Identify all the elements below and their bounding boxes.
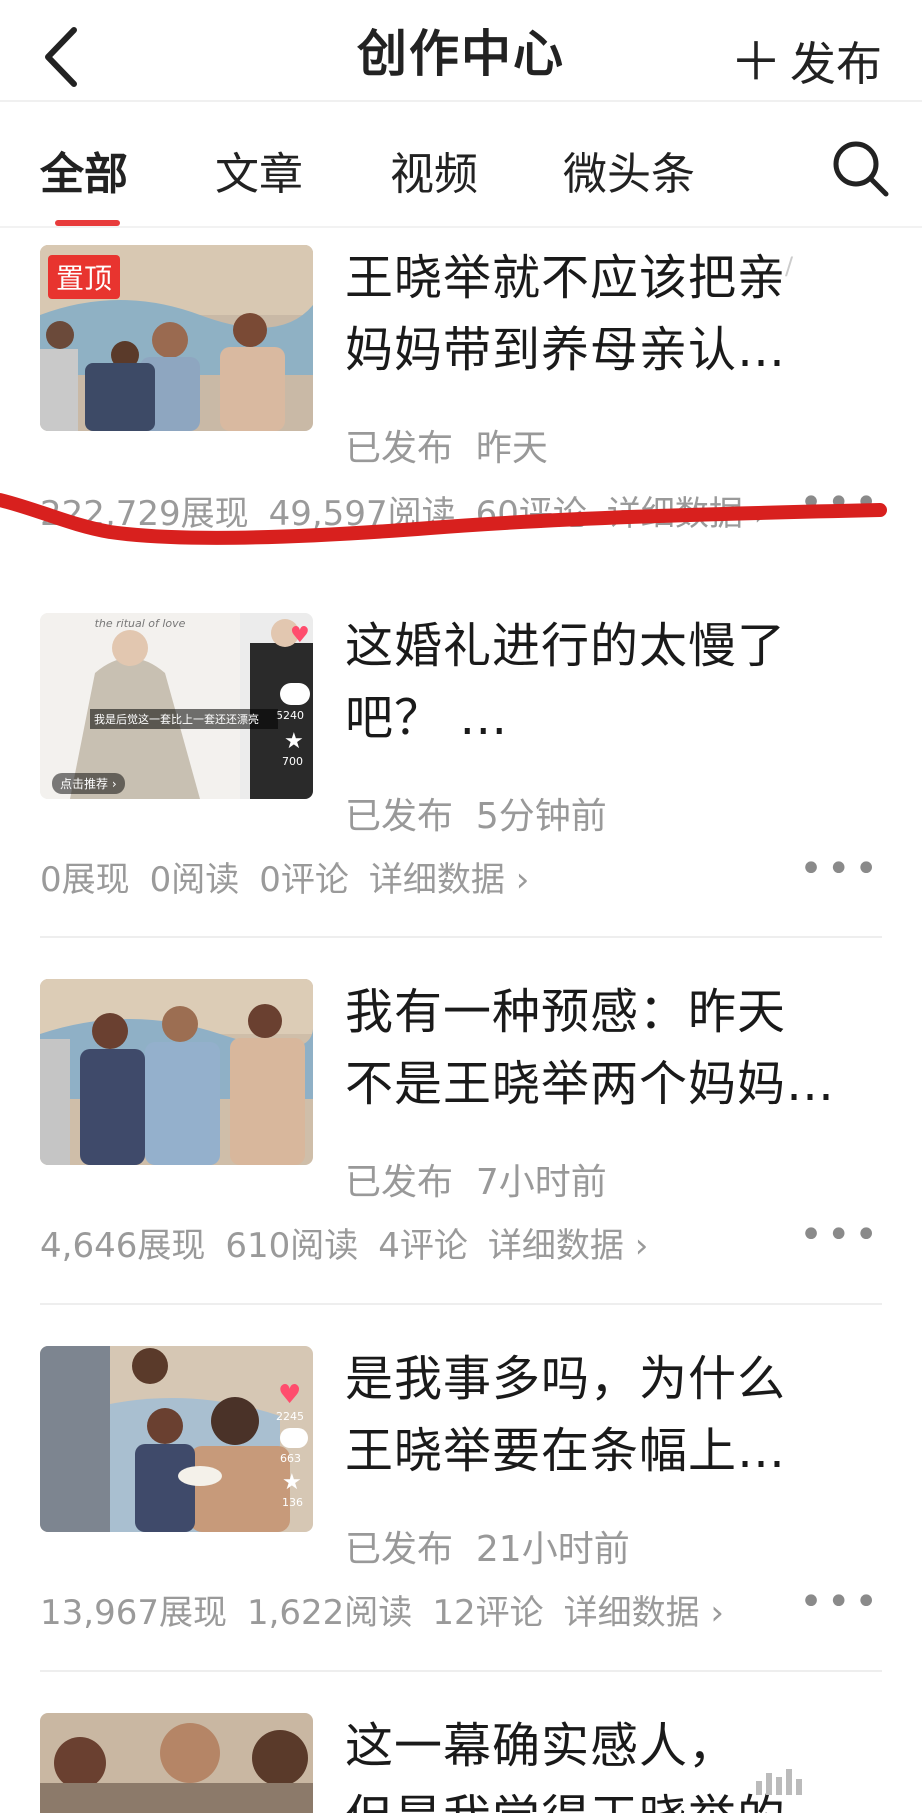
stat-comments: 0评论 bbox=[259, 860, 349, 900]
tab-micro-posts[interactable]: 微头条 bbox=[563, 138, 695, 202]
item-divider bbox=[40, 1303, 882, 1305]
thumb-count-1: 2245 bbox=[276, 1410, 304, 1423]
status-time: 21小时前 bbox=[475, 1529, 630, 1570]
stat-reads: 1,622阅读 bbox=[246, 1593, 413, 1633]
status-label: 已发布 bbox=[345, 796, 454, 837]
item-title-line1: 我有一种预感：昨天 bbox=[345, 984, 787, 1040]
publish-button[interactable]: ＋发布 bbox=[730, 20, 882, 95]
more-options-button[interactable]: ••• bbox=[799, 846, 882, 892]
item-divider bbox=[40, 936, 882, 938]
search-icon bbox=[833, 141, 889, 197]
tab-all[interactable]: 全部 bbox=[40, 138, 128, 202]
video-thumbnail[interactable] bbox=[40, 1713, 313, 1813]
item-title-line1: 这婚礼进行的太慢了 bbox=[345, 618, 787, 674]
item-title-line1: 王晓举就不应该把亲 bbox=[345, 250, 787, 306]
comment-icon bbox=[280, 683, 310, 705]
status-label: 已发布 bbox=[345, 1162, 454, 1203]
status-time: 昨天 bbox=[475, 428, 548, 469]
item-title-line2: 王晓举要在条幅上… bbox=[345, 1423, 787, 1479]
stat-reads: 610阅读 bbox=[225, 1226, 359, 1266]
top-bar: 创作中心 ＋发布 bbox=[0, 0, 922, 100]
item-stats: 4,646展现 610阅读 4评论 详细数据 › bbox=[40, 1218, 668, 1267]
red-annotation-stroke bbox=[0, 493, 887, 545]
publish-label: 发布 bbox=[790, 37, 882, 91]
tab-bar: 全部 文章 视频 微头条 / bbox=[0, 102, 922, 280]
status-label: 已发布 bbox=[345, 428, 454, 469]
item-title[interactable]: 是我事多吗，为什么 王晓举要在条幅上… bbox=[345, 1343, 885, 1487]
star-icon: ★ bbox=[284, 729, 304, 754]
item-title-line2: 妈妈带到养母亲认… bbox=[345, 322, 787, 378]
item-title[interactable]: 我有一种预感：昨天 不是王晓举两个妈妈… bbox=[345, 976, 885, 1120]
stat-comments: 12评论 bbox=[432, 1593, 544, 1633]
status-label: 已发布 bbox=[345, 1529, 454, 1570]
item-status: 已发布 5分钟前 bbox=[345, 787, 607, 839]
list-item[interactable]: the ritual of love ♥ 5240 ★ 700 我是后觉这一套比… bbox=[0, 596, 922, 964]
thumb-bg-text: the ritual of love bbox=[94, 617, 186, 630]
item-status: 已发布 21小时前 bbox=[345, 1520, 630, 1572]
status-time: 5分钟前 bbox=[475, 796, 607, 837]
search-button[interactable] bbox=[828, 136, 892, 200]
item-stats: 0展现 0阅读 0评论 详细数据 › bbox=[40, 852, 549, 901]
pinned-badge: 置顶 bbox=[48, 255, 121, 299]
list-item[interactable]: ♥ 2245 663 ★ 136 是我事多吗，为什么 王晓举要在条幅上… 已发布… bbox=[0, 1329, 922, 1697]
video-thumbnail[interactable]: the ritual of love ♥ 5240 ★ 700 我是后觉这一套比… bbox=[40, 613, 313, 799]
list-item[interactable]: 我有一种预感：昨天 不是王晓举两个妈妈… 已发布 7小时前 4,646展现 610… bbox=[0, 962, 922, 1330]
item-title-line2: 不是王晓举两个妈妈… bbox=[345, 1056, 836, 1112]
video-thumbnail[interactable]: ♥ 2245 663 ★ 136 bbox=[40, 1346, 313, 1532]
details-link[interactable]: 详细数据 › bbox=[488, 1226, 648, 1266]
item-status: 已发布 昨天 bbox=[345, 419, 548, 471]
stat-impressions: 13,967展现 bbox=[40, 1593, 227, 1633]
stat-impressions: 4,646展现 bbox=[40, 1226, 206, 1266]
heart-icon: ♥ bbox=[278, 1380, 302, 1410]
thumb-count-1: 5240 bbox=[276, 709, 304, 722]
details-link[interactable]: 详细数据 › bbox=[564, 1593, 724, 1633]
item-title-line2: 吧？ … bbox=[345, 690, 509, 746]
more-options-button[interactable]: ••• bbox=[799, 1212, 882, 1258]
status-time: 7小时前 bbox=[475, 1162, 607, 1203]
star-icon: ★ bbox=[282, 1470, 302, 1495]
plus-icon: ＋ bbox=[729, 33, 782, 93]
comment-icon bbox=[280, 1428, 308, 1448]
item-stats: 13,967展现 1,622阅读 12评论 详细数据 › bbox=[40, 1585, 744, 1634]
thumb-count-2: 700 bbox=[282, 755, 303, 768]
thumb-caption: 我是后觉这一套比上一套还还漂亮 bbox=[90, 709, 278, 729]
more-options-button[interactable]: ••• bbox=[799, 1579, 882, 1625]
watermark-icon bbox=[756, 1769, 802, 1795]
item-title[interactable]: 王晓举就不应该把亲 妈妈带到养母亲认… bbox=[345, 242, 885, 386]
video-thumbnail[interactable]: 置顶 bbox=[40, 245, 313, 431]
stat-comments: 4评论 bbox=[378, 1226, 468, 1266]
details-link[interactable]: 详细数据 › bbox=[369, 860, 529, 900]
stat-reads: 0阅读 bbox=[149, 860, 240, 900]
item-divider bbox=[40, 1670, 882, 1672]
thumbnail-image bbox=[40, 1346, 313, 1532]
tab-videos[interactable]: 视频 bbox=[390, 138, 478, 202]
item-status: 已发布 7小时前 bbox=[345, 1153, 607, 1205]
thumbnail-image bbox=[40, 1713, 313, 1813]
tab-articles[interactable]: 文章 bbox=[215, 138, 303, 202]
video-thumbnail[interactable] bbox=[40, 979, 313, 1165]
thumb-count-3: 136 bbox=[282, 1496, 303, 1509]
thumb-count-2: 663 bbox=[280, 1452, 301, 1465]
stat-impressions: 0展现 bbox=[40, 860, 130, 900]
thumbnail-image bbox=[40, 613, 313, 799]
heart-icon: ♥ bbox=[290, 623, 310, 648]
thumbnail-image bbox=[40, 979, 313, 1165]
item-title-line1: 是我事多吗，为什么 bbox=[345, 1351, 787, 1407]
thumb-recommend: 点击推荐 › bbox=[52, 773, 125, 794]
item-title[interactable]: 这婚礼进行的太慢了 吧？ … bbox=[345, 610, 885, 754]
